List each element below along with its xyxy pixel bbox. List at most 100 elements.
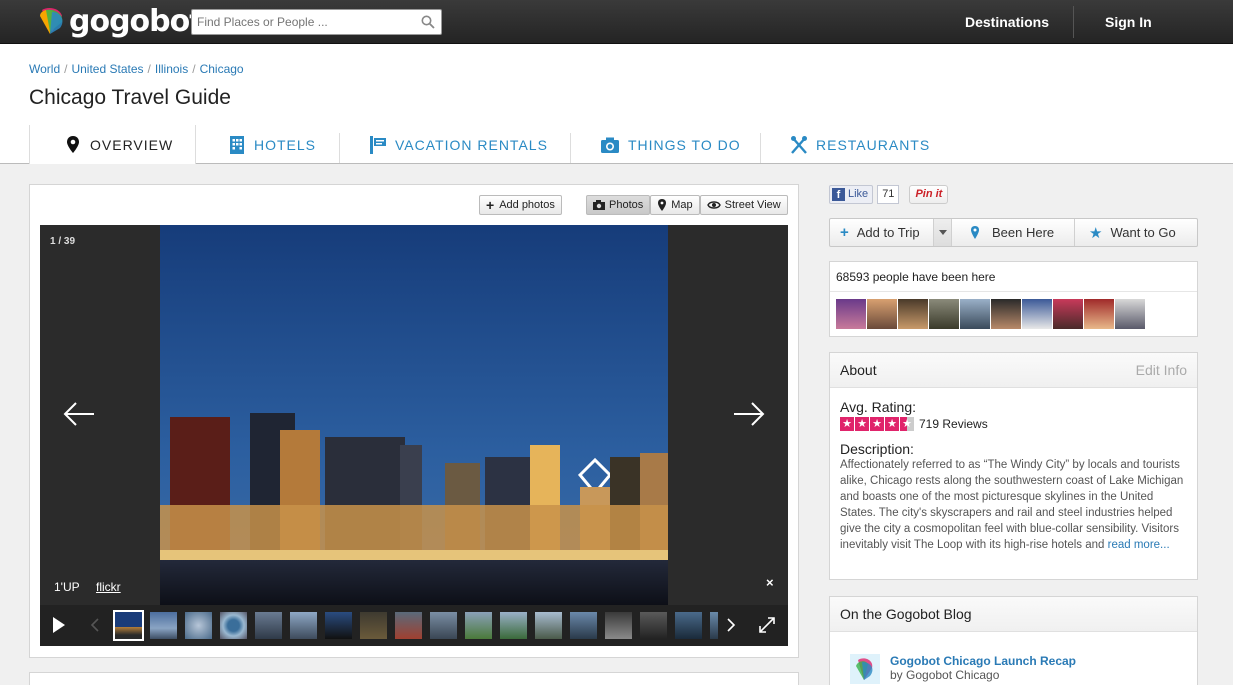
breadcrumb-separator: / xyxy=(192,62,196,76)
photo-counter: 1 / 39 xyxy=(50,236,76,247)
tab-restaurants[interactable]: RESTAURANTS xyxy=(790,125,930,164)
plus-icon: + xyxy=(840,224,849,241)
plus-icon: + xyxy=(486,197,495,213)
play-icon[interactable] xyxy=(52,616,66,634)
about-card: About Edit Info Avg. Rating: ★ ★ ★ ★ ★ 7… xyxy=(829,352,1198,580)
search-input[interactable] xyxy=(192,10,412,34)
photo-thumbnail[interactable] xyxy=(220,612,247,639)
read-more-link[interactable]: read more... xyxy=(1108,539,1170,551)
add-photos-button[interactable]: + Add photos xyxy=(479,195,562,215)
blog-post-link[interactable]: Gogobot Chicago Launch Recap xyxy=(890,654,1076,668)
breadcrumb-world[interactable]: World xyxy=(29,62,60,76)
photo-thumbnail[interactable] xyxy=(255,612,282,639)
avatar[interactable] xyxy=(991,299,1021,329)
photo-thumbnail[interactable] xyxy=(290,612,317,639)
blog-card-header: On the Gogobot Blog xyxy=(830,597,1197,632)
nav-sign-in-link[interactable]: Sign In xyxy=(1105,0,1152,44)
avatar[interactable] xyxy=(1084,299,1114,329)
star-icon: ★ xyxy=(855,417,869,431)
edit-info-link[interactable]: Edit Info xyxy=(1136,362,1187,378)
photo-thumbnail[interactable] xyxy=(605,612,632,639)
avatar[interactable] xyxy=(836,299,866,329)
been-here-label: Been Here xyxy=(992,225,1055,240)
breadcrumb-chicago[interactable]: Chicago xyxy=(200,62,244,76)
been-here-button[interactable]: Been Here xyxy=(952,219,1075,246)
blog-title: On the Gogobot Blog xyxy=(840,606,972,622)
next-photo-arrow-icon[interactable] xyxy=(732,399,766,429)
social-buttons: f Like 71 Pin it xyxy=(829,184,949,204)
chevron-left-icon[interactable] xyxy=(90,618,100,632)
main-photo[interactable] xyxy=(160,225,668,605)
tab-overview[interactable]: OVERVIEW xyxy=(29,125,196,165)
tab-label: OVERVIEW xyxy=(90,137,174,153)
hotel-building-icon xyxy=(230,135,244,154)
photo-thumbnail[interactable] xyxy=(535,612,562,639)
photo-thumbnail[interactable] xyxy=(395,612,422,639)
rating-label: Avg. Rating: xyxy=(840,399,917,415)
fullscreen-expand-icon[interactable] xyxy=(758,616,776,634)
add-to-trip-button[interactable]: + Add to Trip xyxy=(830,219,934,246)
photo-thumbnail[interactable] xyxy=(325,612,352,639)
photo-thumbnail[interactable] xyxy=(185,612,212,639)
want-to-go-label: Want to Go xyxy=(1110,225,1176,240)
media-panel: + Add photos Photos Map Street View 1 / … xyxy=(29,184,799,658)
photo-thumbnail[interactable] xyxy=(570,612,597,639)
add-photos-label: Add photos xyxy=(499,199,555,211)
map-label: Map xyxy=(671,199,693,211)
tab-hotels[interactable]: HOTELS xyxy=(228,125,316,164)
media-view-toggle: Photos Map Street View xyxy=(586,195,788,215)
vacation-rental-icon xyxy=(370,135,386,154)
camera-icon xyxy=(593,200,605,210)
description-label: Description: xyxy=(840,441,914,457)
photo-thumbnail[interactable] xyxy=(360,612,387,639)
photo-thumbnail[interactable] xyxy=(430,612,457,639)
photo-thumbnail[interactable] xyxy=(710,612,718,639)
avatar[interactable] xyxy=(898,299,928,329)
search-icon[interactable] xyxy=(421,15,435,29)
photos-label: Photos xyxy=(609,199,644,211)
star-icon: ★ xyxy=(870,417,884,431)
camera-icon xyxy=(601,137,619,153)
photo-thumbnail[interactable] xyxy=(465,612,492,639)
add-to-trip-dropdown[interactable] xyxy=(934,219,952,246)
avatar[interactable] xyxy=(929,299,959,329)
previous-photo-arrow-icon[interactable] xyxy=(62,399,96,429)
photo-thumbnail[interactable] xyxy=(150,612,177,639)
blog-post-author: by Gogobot Chicago xyxy=(890,668,1000,682)
avatar[interactable] xyxy=(1022,299,1052,329)
photo-thumbnail[interactable] xyxy=(113,610,144,641)
been-here-card: 68593 people have been here xyxy=(829,261,1198,337)
trip-action-bar: + Add to Trip Been Here ★ Want to Go xyxy=(829,218,1198,247)
logo-mark-icon xyxy=(40,8,63,34)
close-icon[interactable]: × xyxy=(766,575,774,590)
want-to-go-button[interactable]: ★ Want to Go xyxy=(1075,219,1197,246)
facebook-like-button[interactable]: f Like xyxy=(829,184,874,204)
photos-view-button[interactable]: Photos xyxy=(586,195,651,215)
pin-it-button[interactable]: Pin it xyxy=(909,184,949,204)
tab-things-to-do[interactable]: THINGS TO DO xyxy=(600,125,741,164)
nav-destinations-link[interactable]: Destinations xyxy=(965,0,1049,44)
avatar[interactable] xyxy=(1053,299,1083,329)
photo-thumbnail[interactable] xyxy=(675,612,702,639)
avatar[interactable] xyxy=(867,299,897,329)
photo-thumbnail[interactable] xyxy=(500,612,527,639)
review-count-link[interactable]: 719 Reviews xyxy=(919,417,988,431)
breadcrumb-united-states[interactable]: United States xyxy=(71,62,143,76)
breadcrumb-illinois[interactable]: Illinois xyxy=(155,62,188,76)
chevron-right-icon[interactable] xyxy=(726,618,736,632)
tab-label: THINGS TO DO xyxy=(628,136,741,153)
rating-section: Avg. Rating: ★ ★ ★ ★ ★ 719 Reviews xyxy=(840,399,988,431)
avatar[interactable] xyxy=(1115,299,1145,329)
tab-vacation-rentals[interactable]: VACATION RENTALS xyxy=(369,125,548,164)
street-view-button[interactable]: Street View xyxy=(699,195,788,215)
caret-down-icon xyxy=(938,230,947,235)
search-box[interactable] xyxy=(191,9,442,35)
map-view-button[interactable]: Map xyxy=(650,195,700,215)
section-tabs: OVERVIEW HOTELS VACATION RENTALS THINGS … xyxy=(0,125,1233,165)
avatar[interactable] xyxy=(960,299,990,329)
tab-divider xyxy=(760,133,761,163)
flickr-source-link[interactable]: flickr xyxy=(96,580,121,594)
gogobot-logo[interactable]: gogobot xyxy=(38,4,204,39)
breadcrumb-separator: / xyxy=(147,62,151,76)
photo-thumbnail[interactable] xyxy=(640,612,667,639)
